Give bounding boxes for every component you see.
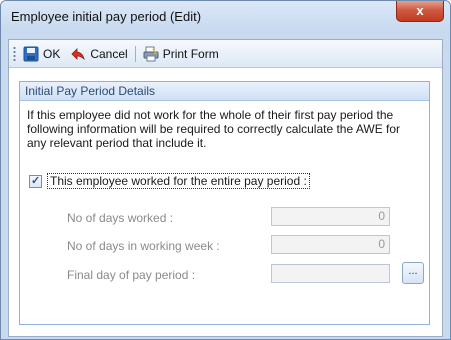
info-text: If this employee did not work for the wh… — [27, 108, 401, 150]
entire-pay-period-checkbox-row[interactable]: ✓ This employee worked for the entire pa… — [29, 172, 310, 190]
ok-label: OK — [43, 46, 61, 61]
window-title: Employee initial pay period (Edit) — [11, 9, 202, 24]
final-day-input[interactable] — [271, 264, 390, 283]
days-in-week-label: No of days in working week : — [67, 239, 220, 253]
entire-pay-period-label[interactable]: This employee worked for the entire pay … — [47, 173, 310, 189]
days-worked-label: No of days worked : — [67, 211, 174, 225]
toolbar-grip[interactable] — [13, 46, 16, 61]
title-bar[interactable]: Employee initial pay period (Edit) x — [1, 1, 450, 33]
cancel-button[interactable]: Cancel — [67, 43, 130, 64]
print-form-button[interactable]: Print Form — [140, 43, 222, 64]
save-icon — [23, 46, 39, 61]
toolbar: OK Cancel Print Form — [9, 40, 442, 68]
ok-button[interactable]: OK — [20, 43, 63, 64]
days-worked-input[interactable]: 0 — [271, 207, 390, 226]
group-header: Initial Pay Period Details — [20, 82, 429, 101]
dialog-body: OK Cancel Print Form Initial Pay Period … — [8, 39, 443, 337]
dialog-window: Employee initial pay period (Edit) x OK … — [0, 0, 451, 340]
checkmark-icon: ✓ — [31, 174, 41, 187]
cancel-label: Cancel — [90, 46, 128, 61]
back-arrow-icon — [71, 47, 86, 60]
toolbar-separator — [134, 45, 136, 62]
initial-pay-period-group: Initial Pay Period Details If this emplo… — [19, 81, 430, 325]
close-button[interactable]: x — [396, 1, 444, 22]
days-in-week-input[interactable]: 0 — [271, 235, 390, 254]
print-form-label: Print Form — [162, 46, 219, 61]
entire-pay-period-checkbox[interactable]: ✓ — [29, 174, 42, 188]
final-day-label: Final day of pay period : — [67, 268, 196, 282]
final-day-browse-button[interactable]: ... — [402, 262, 424, 284]
print-icon — [143, 46, 159, 61]
